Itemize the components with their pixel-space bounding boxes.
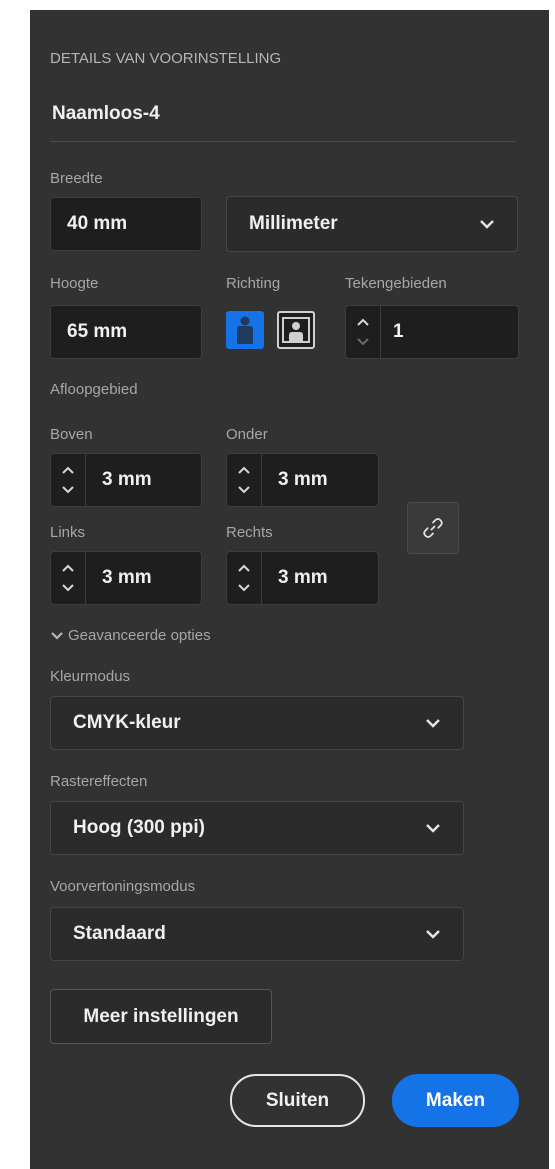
new-document-preset-panel: DETAILS VAN VOORINSTELLING Naamloos-4 Br… (30, 10, 549, 1169)
bleed-right-value: 3 mm (278, 567, 328, 588)
portrait-orientation-button[interactable] (226, 311, 264, 349)
advanced-options-toggle[interactable]: Geavanceerde opties (50, 627, 211, 644)
height-input[interactable]: 65 mm (50, 305, 202, 359)
preview-mode-value: Standaard (73, 923, 166, 944)
preview-mode-label: Voorvertoningsmodus (50, 878, 196, 895)
color-mode-dropdown[interactable]: CMYK-kleur (50, 696, 464, 750)
bleed-bottom-value: 3 mm (278, 469, 328, 490)
preset-details-heading: DETAILS VAN VOORINSTELLING (50, 50, 282, 67)
portrait-person-icon (237, 316, 253, 344)
bleed-bottom-label: Onder (226, 426, 268, 443)
chevron-up-icon[interactable] (355, 317, 371, 327)
chevron-down-icon[interactable] (60, 583, 76, 593)
landscape-orientation-button[interactable] (277, 311, 315, 349)
height-value: 65 mm (67, 321, 128, 342)
preset-name[interactable]: Naamloos-4 (52, 103, 160, 125)
artboards-value: 1 (393, 321, 404, 342)
chevron-down-icon (426, 719, 440, 728)
preview-mode-dropdown[interactable]: Standaard (50, 907, 464, 961)
bleed-bottom-arrows[interactable] (227, 454, 262, 506)
link-icon (423, 518, 443, 538)
raster-effects-dropdown[interactable]: Hoog (300 ppi) (50, 801, 464, 855)
bleed-left-arrows[interactable] (51, 552, 86, 604)
bleed-right-label: Rechts (226, 524, 273, 541)
close-button[interactable]: Sluiten (230, 1074, 365, 1127)
bleed-label: Afloopgebied (50, 381, 138, 398)
height-label: Hoogte (50, 275, 99, 292)
bleed-right-arrows[interactable] (227, 552, 262, 604)
more-settings-button[interactable]: Meer instellingen (50, 989, 272, 1044)
unit-value: Millimeter (249, 213, 338, 234)
bleed-left-value: 3 mm (102, 567, 152, 588)
bleed-left-stepper[interactable]: 3 mm (50, 551, 202, 605)
width-label: Breedte (50, 170, 103, 187)
landscape-person-icon (282, 317, 310, 343)
chevron-down-icon (426, 930, 440, 939)
bleed-bottom-stepper[interactable]: 3 mm (226, 453, 379, 507)
color-mode-label: Kleurmodus (50, 668, 131, 685)
orientation-label: Richting (226, 275, 281, 292)
bleed-right-stepper[interactable]: 3 mm (226, 551, 379, 605)
bleed-top-stepper[interactable]: 3 mm (50, 453, 202, 507)
artboards-stepper-arrows[interactable] (346, 306, 381, 358)
bleed-top-arrows[interactable] (51, 454, 86, 506)
raster-effects-label: Rastereffecten (50, 773, 148, 790)
link-bleed-button[interactable] (407, 502, 459, 554)
artboards-stepper[interactable]: 1 (345, 305, 519, 359)
chevron-down-icon (480, 220, 494, 229)
advanced-options-label: Geavanceerde opties (68, 627, 211, 644)
chevron-up-icon[interactable] (236, 465, 252, 475)
chevron-down-icon[interactable] (60, 485, 76, 495)
bleed-top-label: Boven (50, 426, 93, 443)
chevron-down-icon[interactable] (236, 485, 252, 495)
bleed-top-value: 3 mm (102, 469, 152, 490)
chevron-down-icon (51, 631, 63, 640)
chevron-up-icon[interactable] (60, 563, 76, 573)
chevron-down-icon[interactable] (236, 583, 252, 593)
raster-effects-value: Hoog (300 ppi) (73, 817, 205, 838)
unit-dropdown[interactable]: Millimeter (226, 196, 518, 252)
artboards-label: Tekengebieden (345, 275, 447, 292)
chevron-down-icon (426, 824, 440, 833)
preset-name-underline (50, 141, 516, 142)
bleed-left-label: Links (50, 524, 86, 541)
chevron-up-icon[interactable] (60, 465, 76, 475)
width-value: 40 mm (67, 213, 128, 234)
width-input[interactable]: 40 mm (50, 197, 202, 251)
chevron-down-icon[interactable] (355, 337, 371, 347)
chevron-up-icon[interactable] (236, 563, 252, 573)
color-mode-value: CMYK-kleur (73, 712, 181, 733)
create-button[interactable]: Maken (392, 1074, 519, 1127)
